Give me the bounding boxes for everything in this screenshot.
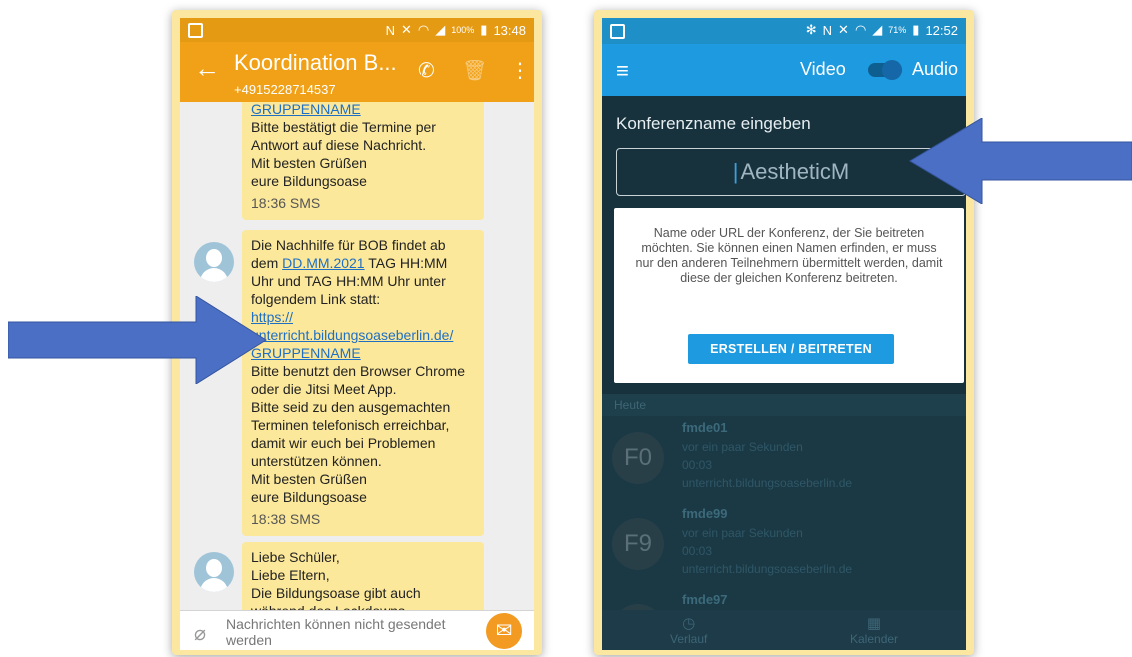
- message-timestamp: 18:38 SMS: [251, 511, 321, 527]
- status-bar: N ✕ ◠ ◢ 100% ▮ 13:48: [180, 18, 534, 42]
- attachment-icon[interactable]: ⌀: [194, 621, 206, 646]
- battery-level: 100%: [451, 25, 475, 35]
- message-text: TAG HH:MM: [364, 255, 448, 271]
- recent-entry[interactable]: F0 fmde01 vor ein paar Sekunden 00:03 un…: [602, 416, 966, 502]
- message-line: eure Bildungsoase: [251, 173, 367, 189]
- entry-avatar: F9: [612, 518, 664, 570]
- message-composer: ⌀ Nachrichten können nicht gesendet werd…: [180, 610, 534, 650]
- recent-list: Heute F0 fmde01 vor ein paar Sekunden 00…: [602, 394, 966, 650]
- wifi-icon: ◠: [854, 22, 867, 37]
- mute-icon: ✕: [838, 22, 849, 37]
- battery-icon: ▮: [912, 22, 920, 37]
- message-line: Terminen telefonisch erreichbar,: [251, 417, 450, 433]
- battery-icon: ▮: [480, 22, 488, 37]
- entry-duration: 00:03: [682, 458, 713, 472]
- message-text: dem: [251, 255, 283, 271]
- entry-name: fmde97: [682, 592, 728, 607]
- message-timestamp: 18:36 SMS: [251, 195, 321, 211]
- delete-icon[interactable]: 🗑: [462, 58, 487, 83]
- message-line: Die Bildungsoase gibt auch: [251, 585, 421, 601]
- message-line: Bitte bestätigt die Termine per: [251, 119, 436, 135]
- wifi-icon: ◠: [417, 22, 430, 37]
- message-line: oder die Jitsi Meet App.: [251, 381, 397, 397]
- message-line: Liebe Eltern,: [251, 567, 330, 583]
- message-line: Bitte seid zu den ausgemachten: [251, 399, 451, 415]
- meeting-link[interactable]: GRUPPENNAME: [251, 344, 475, 362]
- entry-duration: 00:03: [682, 544, 713, 558]
- message-line: während des Lockdowns: [251, 602, 475, 610]
- meeting-link[interactable]: https://: [251, 308, 475, 326]
- message-line: Mit besten Grüßen: [251, 155, 367, 171]
- message-line: Antwort auf diese Nachricht.: [251, 137, 427, 153]
- nav-calendar-label: Kalender: [850, 632, 899, 646]
- create-join-button[interactable]: ERSTELLEN / BEITRETEN: [688, 334, 894, 364]
- message-bubble[interactable]: Liebe Schüler, Liebe Eltern, Die Bildung…: [242, 542, 484, 610]
- conversation-phone-number: +4915228714537: [234, 82, 336, 97]
- more-options-icon[interactable]: ⋮: [510, 58, 530, 83]
- message-line: unterstützen können.: [251, 453, 382, 469]
- conversation-title: Koordination B...: [234, 50, 397, 75]
- contact-avatar[interactable]: [194, 552, 234, 592]
- entry-time: vor ein paar Sekunden: [682, 526, 803, 540]
- app-toolbar: ≡ Video Audio: [602, 44, 966, 96]
- jitsi-screen: ✻ N ✕ ◠ ◢ 71% ▮ 12:52 ≡ Video Audio Konf…: [602, 18, 966, 650]
- calendar-icon: ▦: [866, 615, 882, 632]
- call-icon[interactable]: ✆: [418, 58, 435, 83]
- message-line: folgendem Link statt:: [251, 291, 381, 307]
- conference-name-label: Konferenzname eingeben: [616, 114, 811, 133]
- nav-history-label: Verlauf: [670, 632, 708, 646]
- mute-icon: ✕: [401, 22, 412, 37]
- message-line: Bitte benutzt den Browser Chrome: [251, 363, 465, 379]
- composer-disabled-text: Nachrichten können nicht gesendet werden: [226, 616, 446, 648]
- signal-icon: ◢: [435, 22, 446, 37]
- message-line: GRUPPENNAME: [251, 102, 361, 117]
- message-line: Die Nachhilfe für BOB findet ab: [251, 237, 446, 253]
- back-arrow-icon[interactable]: ←: [194, 55, 220, 81]
- status-bar: ✻ N ✕ ◠ ◢ 71% ▮ 12:52: [602, 18, 966, 44]
- entry-time: vor ein paar Sekunden: [682, 440, 803, 454]
- signal-icon: ◢: [872, 22, 883, 37]
- bluetooth-icon: ✻: [805, 22, 817, 37]
- nfc-icon: N: [385, 22, 396, 38]
- meeting-link[interactable]: unterricht.bildungsoaseberlin.de/: [251, 326, 475, 344]
- entry-avatar: F0: [612, 432, 664, 484]
- bottom-navigation: ◷ Verlauf ▦ Kalender: [602, 610, 966, 650]
- right-phone-frame: ✻ N ✕ ◠ ◢ 71% ▮ 12:52 ≡ Video Audio Konf…: [594, 10, 974, 655]
- message-bubble[interactable]: GRUPPENNAME Bitte bestätigt die Termine …: [242, 102, 484, 220]
- entry-name: fmde01: [682, 420, 728, 435]
- nfc-icon: N: [822, 22, 833, 38]
- send-icon[interactable]: ✉: [486, 613, 522, 649]
- clock: 13:48: [493, 22, 526, 38]
- help-text: Name oder URL der Konferenz, der Sie bei…: [635, 226, 943, 285]
- message-line: eure Bildungsoase: [251, 489, 367, 505]
- conversation-header: ← Koordination B... +4915228714537 ✆ 🗑 ⋮: [180, 42, 534, 102]
- recent-entry[interactable]: F9 fmde99 vor ein paar Sekunden 00:03 un…: [602, 502, 966, 588]
- entry-name: fmde99: [682, 506, 728, 521]
- audio-label: Audio: [912, 59, 959, 79]
- message-line: Mit besten Grüßen: [251, 471, 367, 487]
- pointer-arrow-right: [8, 296, 267, 384]
- help-card: Name oder URL der Konferenz, der Sie bei…: [614, 208, 964, 383]
- pointer-arrow-left: [909, 118, 1132, 204]
- nav-history[interactable]: ◷ Verlauf: [670, 614, 707, 646]
- message-line: Liebe Schüler,: [251, 549, 340, 565]
- entry-url: unterricht.bildungsoaseberlin.de: [682, 476, 853, 490]
- message-line: Uhr und TAG HH:MM Uhr unter: [251, 273, 446, 289]
- gallery-icon: [188, 23, 203, 38]
- battery-level: 71%: [888, 25, 907, 35]
- contact-avatar[interactable]: [194, 242, 234, 282]
- clock: 12:52: [925, 22, 958, 38]
- video-label: Video: [800, 59, 846, 79]
- video-audio-toggle[interactable]: [868, 60, 902, 80]
- gallery-icon: [610, 24, 625, 39]
- history-icon: ◷: [682, 615, 696, 632]
- message-line: damit wir euch bei Problemen: [251, 435, 436, 451]
- hamburger-menu-icon[interactable]: ≡: [616, 58, 629, 84]
- message-bubble[interactable]: Die Nachhilfe für BOB findet ab dem DD.M…: [242, 230, 484, 536]
- entry-url: unterricht.bildungsoaseberlin.de: [682, 562, 853, 576]
- section-header-today: Heute: [602, 394, 966, 416]
- nav-calendar[interactable]: ▦ Kalender: [850, 614, 898, 646]
- conference-name-value: AestheticM: [740, 159, 850, 184]
- date-link[interactable]: DD.MM.2021: [282, 255, 364, 271]
